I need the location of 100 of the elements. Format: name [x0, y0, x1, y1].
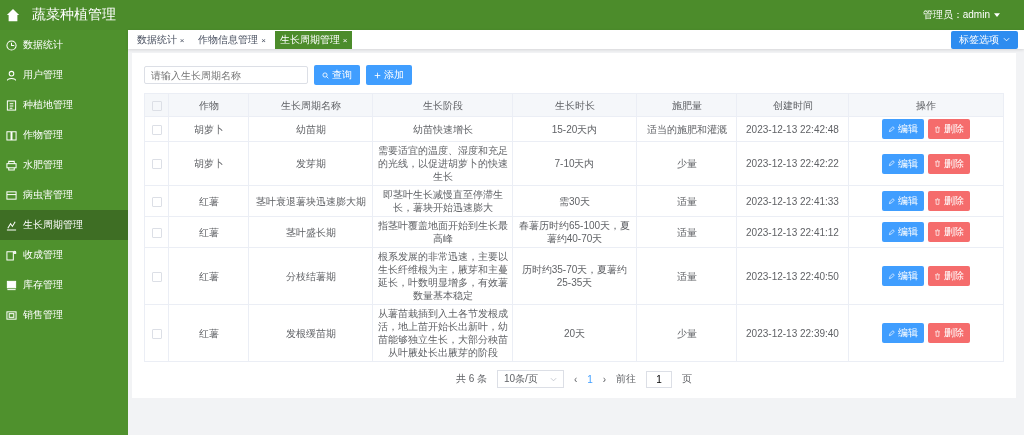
table-cell: 少量 — [676, 327, 697, 339]
caret-icon — [994, 13, 1000, 17]
sidebar-item[interactable]: 销售管理 — [0, 300, 128, 330]
table-cell: 茎叶衰退薯块迅速膨大期 — [255, 195, 366, 207]
add-button[interactable]: 添加 — [366, 65, 412, 85]
table-cell: 2023-12-13 22:41:12 — [746, 226, 839, 238]
search-button[interactable]: 查询 — [314, 65, 360, 85]
sidebar-item[interactable]: 水肥管理 — [0, 150, 128, 180]
table-cell: 从薯苗栽插到入土各节发根成活，地上苗开始长出新叶，幼苗能够独立生长，大部分秧苗从叶腋处长出腋芽的阶段 — [377, 308, 508, 358]
row-checkbox[interactable] — [151, 196, 162, 207]
delete-button[interactable]: 删除 — [928, 153, 970, 174]
table-cell: 7-10天内 — [554, 158, 595, 169]
row-checkbox[interactable] — [151, 227, 162, 238]
table-cell: 适当的施肥和灌溉 — [646, 123, 727, 135]
table-cell: 胡萝卜 — [193, 123, 224, 135]
edit-button[interactable]: 编辑 — [882, 323, 924, 343]
delete-button[interactable]: 删除 — [928, 266, 970, 286]
table-cell: 根系发展的非常迅速，主要以生长纤维根为主，腋芽和主蔓延长，叶数明显增多，有效薯数量基本稳定 — [377, 251, 508, 301]
edit-button[interactable]: 编辑 — [882, 119, 924, 139]
sidebar-item[interactable]: 种植地管理 — [0, 90, 128, 120]
table-cell: 20天 — [563, 327, 586, 339]
row-checkbox[interactable] — [151, 159, 162, 170]
edit-button[interactable]: 编辑 — [882, 222, 924, 242]
table-cell: 2023-12-13 22:39:40 — [746, 327, 839, 339]
delete-button[interactable]: 删除 — [928, 191, 970, 211]
goto-page-field[interactable]: 1 — [646, 370, 673, 388]
page-number[interactable]: 1 — [587, 373, 593, 385]
table-cell: 需要适宜的温度、湿度和充足的光线，以促进胡萝卜的快速生长 — [377, 145, 508, 182]
sidebar-item[interactable]: 生长周期管理 — [0, 210, 128, 240]
trash-icon — [934, 329, 941, 337]
printer-icon — [6, 159, 17, 171]
next-page-button[interactable]: › — [602, 373, 607, 385]
search-field[interactable]: 请输入生长周期名称 — [144, 66, 308, 84]
search-icon — [322, 71, 329, 79]
chevron-down-icon — [1003, 37, 1010, 42]
prev-page-button[interactable]: ‹ — [573, 373, 578, 385]
sidebar-item[interactable]: 病虫害管理 — [0, 180, 128, 210]
sidebar-item[interactable]: 库存管理 — [0, 270, 128, 300]
table-cell: 红薯 — [198, 195, 219, 207]
doc-icon — [6, 99, 17, 111]
tab-options-button[interactable]: 标签选项 — [951, 30, 1018, 49]
sidebar-item[interactable]: 数据统计 — [0, 30, 128, 60]
sidebar-item[interactable]: 用户管理 — [0, 60, 128, 90]
table-cell: 需30天 — [558, 195, 591, 207]
column-header: 生长阶段 — [422, 99, 463, 111]
table-cell: 发芽期 — [295, 158, 326, 169]
pencil-icon — [888, 160, 895, 167]
chevron-down-icon — [549, 376, 557, 382]
user-icon — [6, 69, 17, 81]
pencil-icon — [888, 329, 895, 337]
page-suffix: 页 — [682, 372, 693, 386]
table-cell: 适量 — [676, 195, 697, 207]
user-menu[interactable]: 管理员：admin — [922, 8, 990, 22]
table-cell: 幼苗快速增长 — [412, 123, 473, 135]
sidebar-item[interactable]: 作物管理 — [0, 120, 128, 150]
clock-icon — [6, 39, 17, 51]
card-icon — [6, 189, 17, 201]
row-checkbox[interactable] — [151, 328, 162, 339]
edit-button[interactable]: 编辑 — [882, 191, 924, 211]
column-header: 操作 — [916, 99, 936, 111]
table-cell: 春薯历时约65-100天，夏薯约40-70天 — [518, 220, 631, 244]
table-cell: 胡萝卜 — [193, 158, 224, 169]
column-header: 生长周期名称 — [280, 99, 341, 111]
table-cell: 2023-12-13 22:42:22 — [746, 158, 839, 169]
column-header: 创建时间 — [772, 99, 813, 111]
edit-button[interactable]: 编辑 — [882, 153, 924, 174]
table-cell: 红薯 — [198, 327, 219, 339]
trash-icon — [934, 197, 941, 205]
column-header: 生长时长 — [554, 99, 595, 111]
pencil-icon — [888, 197, 895, 205]
page-tab[interactable]: 作物信息管理 × — [193, 30, 271, 49]
table-cell: 红薯 — [198, 226, 219, 238]
edit-button[interactable]: 编辑 — [882, 266, 924, 286]
row-checkbox[interactable] — [151, 271, 162, 282]
page-tab[interactable]: 数据统计 × — [132, 30, 190, 49]
app-title: 蔬菜种植管理 — [32, 6, 116, 24]
plus-icon — [374, 71, 381, 79]
table-cell: 适量 — [676, 226, 697, 238]
table-cell: 2023-12-13 22:40:50 — [746, 270, 839, 282]
page-tab[interactable]: 生长周期管理 × — [274, 30, 353, 49]
delete-button[interactable]: 删除 — [928, 323, 970, 343]
trash-icon — [934, 228, 941, 236]
sidebar-item[interactable]: 收成管理 — [0, 240, 128, 270]
table-cell: 幼苗期 — [295, 123, 326, 135]
table-cell: 分枝结薯期 — [285, 270, 336, 282]
select-all-checkbox[interactable] — [151, 100, 162, 111]
trash-icon — [934, 125, 941, 133]
page-size-select[interactable]: 10条/页 — [497, 370, 564, 388]
table-cell: 2023-12-13 22:42:48 — [746, 123, 839, 135]
delete-button[interactable]: 删除 — [928, 119, 970, 139]
table-cell: 适量 — [676, 270, 697, 282]
trash-icon — [934, 160, 941, 167]
row-checkbox[interactable] — [151, 124, 162, 135]
delete-button[interactable]: 删除 — [928, 222, 970, 242]
column-header: 施肥量 — [671, 99, 702, 111]
table-cell: 红薯 — [198, 270, 219, 282]
table-cell: 15-20天内 — [551, 123, 598, 135]
table-cell: 指茎叶覆盖地面开始到生长最高峰 — [377, 220, 508, 244]
book-icon — [6, 129, 17, 141]
box-icon — [6, 249, 17, 261]
